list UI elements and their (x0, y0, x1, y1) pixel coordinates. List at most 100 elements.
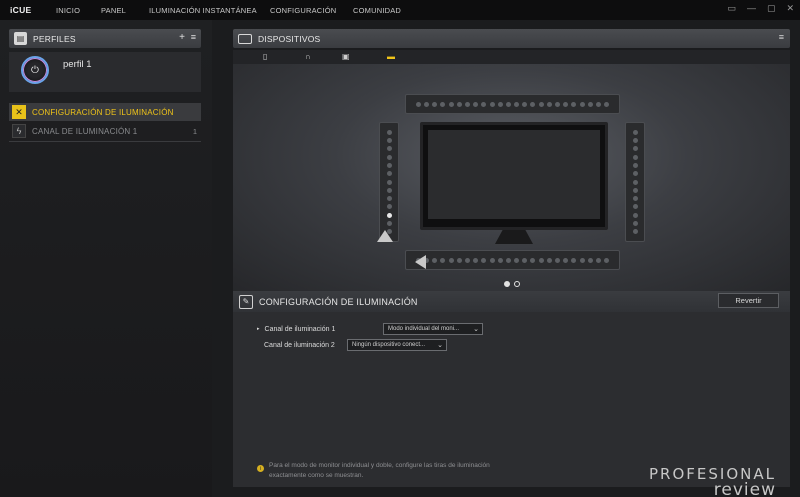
sidebar-item-lighting-config[interactable]: ✕ CONFIGURACIÓN DE ILUMINACIÓN (9, 103, 201, 121)
profile-name: perfil 1 (63, 59, 92, 70)
channel-1-select[interactable]: Modo individual del moni... ⌄ (383, 323, 483, 335)
led-dot (386, 179, 392, 185)
led-dot (497, 101, 503, 107)
led-strip-right[interactable] (625, 122, 645, 242)
led-dot (563, 101, 569, 107)
led-dot (604, 257, 610, 263)
led-dot (386, 204, 392, 210)
nav-panel[interactable]: PANEL (101, 6, 126, 15)
channel-1-value: Modo individual del moni... (388, 326, 460, 332)
profiles-header: ▤ PERFILES + ≡ (9, 29, 201, 48)
devices-menu-icon[interactable]: ≡ (779, 32, 784, 42)
led-dot (456, 101, 462, 107)
led-dot (632, 179, 638, 185)
channel-count: 1 (192, 126, 197, 136)
profile-card[interactable]: ⏻ perfil 1 (9, 52, 201, 92)
channel-2-row: Canal de iluminación 2 Ningún dispositiv… (264, 339, 504, 351)
sidebar-item-label: CONFIGURACIÓN DE ILUMINACIÓN (32, 107, 174, 117)
led-dot (415, 101, 421, 107)
controller-icon[interactable]: ▣ (342, 52, 350, 61)
lightning-icon: ϟ (12, 124, 26, 138)
lighting-config-title: CONFIGURACIÓN DE ILUMINACIÓN (259, 296, 418, 307)
device-preview-stage (233, 64, 790, 292)
led-dot (386, 154, 392, 160)
led-strip-left[interactable] (379, 122, 399, 242)
channel-1-row: ▸ Canal de iluminación 1 Modo individual… (257, 323, 497, 335)
monitor-strip-icon[interactable]: ▬ (387, 52, 395, 61)
led-dot (386, 212, 392, 218)
tools-icon: ✕ (12, 105, 26, 119)
led-dot (489, 101, 495, 107)
led-dot (505, 101, 511, 107)
window-controls: ▭ — ▢ ✕ (727, 3, 794, 14)
profiles-icon: ▤ (14, 32, 27, 45)
restore-layout-icon[interactable]: ▭ (727, 3, 736, 14)
led-dot (546, 101, 552, 107)
led-dot (530, 257, 536, 263)
led-dot (448, 101, 454, 107)
divider (9, 141, 201, 142)
channel-2-value: Ningún dispositivo conect... (352, 342, 426, 348)
profiles-title: PERFILES (33, 33, 76, 44)
page-dot-active[interactable] (504, 281, 510, 287)
led-dot (440, 101, 446, 107)
chevron-down-icon: ⌄ (473, 326, 479, 333)
led-dot (386, 162, 392, 168)
led-dot (595, 101, 601, 107)
strip-start-up-arrow-icon (377, 230, 393, 242)
led-strip-top[interactable] (405, 94, 620, 114)
led-dot (563, 257, 569, 263)
minimize-icon[interactable]: — (747, 3, 756, 14)
led-dot (632, 204, 638, 210)
top-navigation-bar: iCUE INICIO PANEL ILUMINACIÓN INSTANTÁNE… (0, 0, 800, 20)
sidebar: ▤ PERFILES + ≡ ⏻ perfil 1 ✕ CONFIGURACIÓ… (0, 20, 212, 497)
chevron-down-icon: ⌄ (437, 342, 443, 349)
sidebar-item-channel-1[interactable]: ϟ CANAL DE ILUMINACIÓN 1 1 (9, 122, 201, 140)
led-strip-bottom[interactable] (405, 250, 620, 270)
led-dot (481, 101, 487, 107)
led-dot (514, 101, 520, 107)
add-profile-icon[interactable]: + (179, 32, 185, 43)
lighting-config-header: ✎ CONFIGURACIÓN DE ILUMINACIÓN Revertir (233, 291, 790, 312)
nav-configuracion[interactable]: CONFIGURACIÓN (270, 6, 336, 15)
channel-2-label: Canal de iluminación 2 (264, 341, 335, 349)
devices-header: DISPOSITIVOS ≡ (233, 29, 790, 48)
led-dot (456, 257, 462, 263)
revert-button[interactable]: Revertir (718, 293, 779, 308)
led-dot (432, 257, 438, 263)
nav-inicio[interactable]: INICIO (56, 6, 80, 15)
nav-comunidad[interactable]: COMUNIDAD (353, 6, 401, 15)
led-dot (386, 220, 392, 226)
keyboard-icon (238, 33, 252, 44)
led-dot (632, 154, 638, 160)
led-dot (432, 101, 438, 107)
maximize-icon[interactable]: ▢ (767, 3, 776, 14)
led-dot (386, 187, 392, 193)
info-text: Para el modo de monitor individual y dob… (269, 462, 490, 479)
mouse-icon[interactable]: ▯ (263, 52, 267, 61)
led-dot (632, 220, 638, 226)
nav-iluminacion-instantanea[interactable]: ILUMINACIÓN INSTANTÁNEA (149, 6, 257, 15)
led-dot (386, 146, 392, 152)
close-icon[interactable]: ✕ (786, 3, 794, 14)
led-dot (386, 138, 392, 144)
led-dot (464, 257, 470, 263)
led-dot (473, 257, 479, 263)
monitor-illustration (420, 122, 608, 230)
profile-menu-icon[interactable]: ≡ (191, 32, 196, 42)
led-dot (632, 212, 638, 218)
led-dot (386, 171, 392, 177)
led-dot (632, 162, 638, 168)
headset-icon[interactable]: ∩ (305, 52, 311, 61)
profile-avatar-icon: ⏻ (21, 56, 49, 84)
led-dot (514, 257, 520, 263)
led-dot (497, 257, 503, 263)
led-dot (604, 101, 610, 107)
channel-2-select[interactable]: Ningún dispositivo conect... ⌄ (347, 339, 447, 351)
led-dot (505, 257, 511, 263)
led-dot (632, 187, 638, 193)
led-dot (440, 257, 446, 263)
led-dot (632, 138, 638, 144)
page-dot[interactable] (514, 281, 520, 287)
sidebar-item-label: CANAL DE ILUMINACIÓN 1 (32, 126, 138, 136)
